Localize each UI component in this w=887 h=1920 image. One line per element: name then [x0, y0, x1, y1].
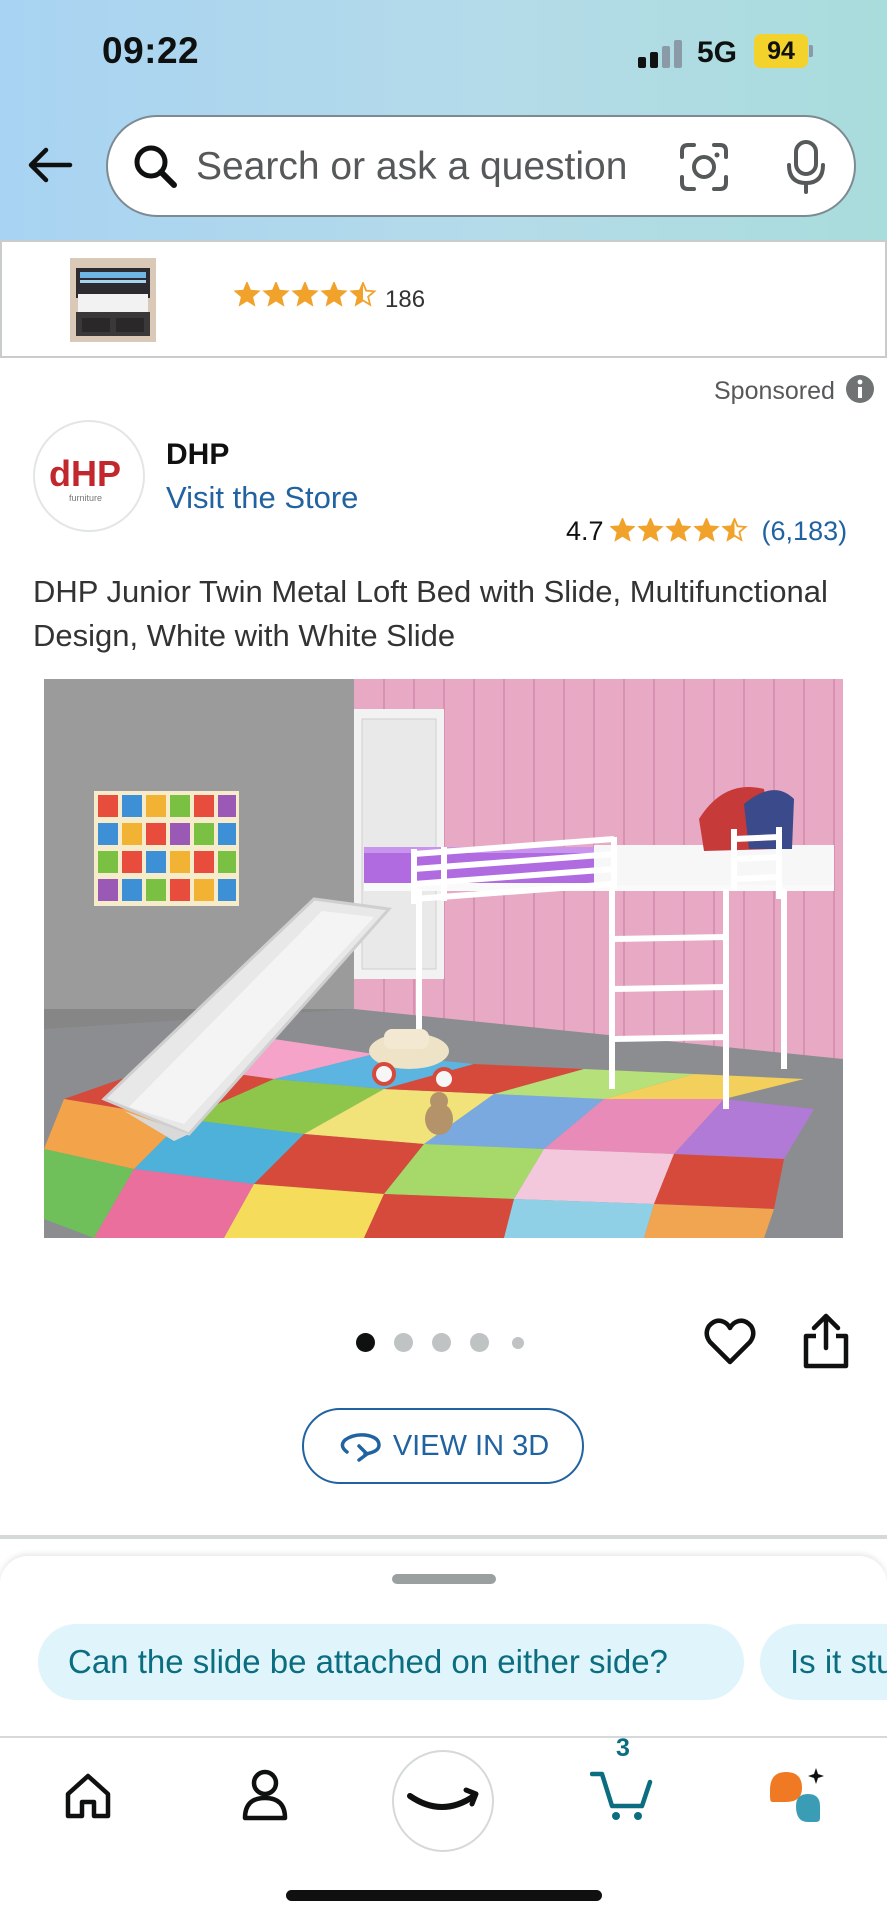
rotate-3d-icon [340, 1433, 381, 1462]
brand-logo[interactable]: dHP furniture [33, 420, 145, 532]
sponsored-label: Sponsored [714, 377, 835, 405]
amazon-home-button[interactable] [392, 1750, 494, 1852]
sheet-drag-handle[interactable] [392, 1574, 496, 1584]
info-icon[interactable] [845, 374, 875, 404]
rating-stars [234, 282, 377, 307]
share-icon[interactable] [800, 1312, 852, 1370]
rating-stars [609, 517, 748, 542]
header: 09:22 5G 94 [0, 0, 887, 240]
section-divider [0, 1535, 887, 1539]
cart-count-badge: 3 [616, 1734, 630, 1762]
cart-icon[interactable] [590, 1768, 656, 1824]
suggestions-sheet[interactable]: Can the slide be attached on either side… [0, 1556, 887, 1736]
sticky-product-strip[interactable]: 186 [0, 240, 887, 358]
camera-lens-icon[interactable] [678, 141, 730, 193]
rufus-assistant-icon[interactable] [766, 1766, 828, 1826]
carousel-dot[interactable] [356, 1333, 375, 1352]
carousel-dot[interactable] [432, 1333, 451, 1352]
battery-level: 94 [754, 34, 808, 68]
battery-icon: 94 [754, 34, 814, 68]
search-input[interactable] [196, 139, 666, 195]
network-type: 5G [697, 36, 738, 69]
signal-icon [638, 40, 686, 68]
review-count[interactable]: 186 [385, 286, 425, 314]
svg-text:dHP: dHP [49, 453, 121, 494]
suggestion-chip[interactable]: Can the slide be attached on either side… [38, 1624, 744, 1700]
product-thumbnail[interactable] [70, 258, 156, 342]
account-icon[interactable] [240, 1768, 290, 1822]
suggestion-chip[interactable]: Is it sturdy? [760, 1624, 887, 1700]
heart-icon[interactable] [702, 1314, 758, 1370]
rating-count-link[interactable]: (6,183) [762, 516, 848, 547]
visit-store-link[interactable]: Visit the Store [166, 480, 358, 516]
app-screen: 09:22 5G 94 Search or ask a question 186… [0, 0, 887, 1920]
alphabet-wall-art [94, 791, 239, 906]
home-indicator[interactable] [286, 1890, 602, 1901]
carousel-dot[interactable] [470, 1333, 489, 1352]
brand-name: DHP [166, 438, 230, 471]
search-icon [134, 145, 177, 188]
microphone-icon[interactable] [784, 139, 828, 195]
svg-text:furniture: furniture [69, 493, 102, 503]
product-title: DHP Junior Twin Metal Loft Bed with Slid… [33, 574, 828, 653]
image-carousel-dots[interactable] [356, 1330, 536, 1354]
amazon-smile-icon [407, 1787, 479, 1810]
back-arrow-icon[interactable] [26, 140, 76, 190]
carousel-dot[interactable] [394, 1333, 413, 1352]
view-in-3d-button[interactable]: VIEW IN 3D [302, 1408, 584, 1484]
rating-value: 4.7 [566, 516, 604, 546]
view-in-3d-label: VIEW IN 3D [392, 1429, 550, 1462]
search-bar[interactable] [106, 115, 856, 217]
rating-row[interactable]: 4.7 (6,183) [566, 516, 847, 547]
home-icon[interactable] [62, 1770, 114, 1822]
status-time: 09:22 [102, 30, 200, 71]
carousel-dot[interactable] [512, 1337, 524, 1349]
product-image[interactable] [44, 679, 843, 1238]
